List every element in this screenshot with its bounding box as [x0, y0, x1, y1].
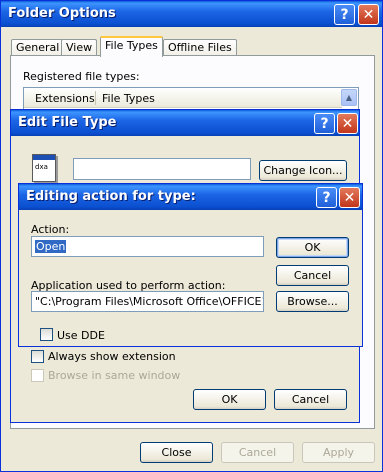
help-icon[interactable]: ?: [334, 4, 355, 25]
editing-action-title: Editing action for type:: [26, 189, 196, 204]
document-icon-label: dxa: [35, 163, 48, 171]
column-divider: [95, 91, 96, 105]
chevron-up-icon: ▲: [345, 93, 353, 102]
file-types-list[interactable]: Extensions File Types ▲: [23, 87, 359, 111]
editing-action-titlebar[interactable]: Editing action for type: ? ✕: [19, 184, 362, 210]
browse-same-window-checkbox[interactable]: [31, 369, 44, 382]
edit-file-type-title: Edit File Type: [18, 115, 117, 130]
always-show-extension-label: Always show extension: [48, 350, 176, 363]
ok-button[interactable]: OK: [276, 237, 349, 258]
help-icon[interactable]: ?: [314, 113, 335, 134]
ok-button[interactable]: OK: [193, 389, 266, 410]
always-show-extension-checkbox[interactable]: [31, 350, 44, 363]
edit-file-type-titlebar[interactable]: Edit File Type ? ✕: [11, 110, 359, 136]
tab-view[interactable]: View: [61, 39, 98, 56]
scroll-up-button[interactable]: ▲: [341, 89, 357, 106]
application-input[interactable]: "C:\Program Files\Microsoft Office\OFFIC…: [31, 291, 264, 312]
apply-button[interactable]: Apply: [302, 442, 375, 463]
file-type-icon: dxa: [32, 154, 56, 182]
file-type-description-field[interactable]: [73, 158, 251, 180]
close-icon[interactable]: ✕: [358, 4, 379, 25]
action-label: Action:: [31, 223, 70, 236]
cancel-button[interactable]: Cancel: [221, 442, 294, 463]
help-icon[interactable]: ?: [316, 187, 337, 208]
action-input-value: Open: [35, 240, 67, 253]
editing-action-window: Editing action for type: ? ✕ Action: Ope…: [18, 183, 363, 347]
folder-options-title: Folder Options: [8, 6, 116, 21]
registered-file-types-label: Registered file types:: [23, 70, 140, 83]
column-extensions[interactable]: Extensions: [35, 92, 95, 105]
close-icon[interactable]: ✕: [339, 187, 360, 208]
browse-button[interactable]: Browse...: [276, 291, 349, 312]
tab-file-types[interactable]: File Types: [100, 36, 163, 57]
tab-offline-files[interactable]: Offline Files: [163, 39, 237, 56]
close-button[interactable]: Close: [140, 442, 213, 463]
folder-options-titlebar[interactable]: Folder Options ? ✕: [1, 1, 382, 27]
change-icon-button[interactable]: Change Icon...: [259, 160, 347, 181]
action-input[interactable]: Open: [31, 236, 264, 257]
use-dde-label: Use DDE: [57, 329, 105, 342]
use-dde-checkbox[interactable]: [40, 328, 53, 341]
list-header: Extensions File Types: [24, 88, 342, 108]
browse-same-window-label: Browse in same window: [48, 369, 181, 382]
tab-general[interactable]: General: [11, 39, 65, 56]
column-file-types[interactable]: File Types: [102, 92, 155, 105]
document-icon-header: [33, 155, 55, 160]
cancel-button[interactable]: Cancel: [274, 389, 347, 410]
close-icon[interactable]: ✕: [337, 113, 358, 134]
cancel-button[interactable]: Cancel: [276, 265, 349, 286]
